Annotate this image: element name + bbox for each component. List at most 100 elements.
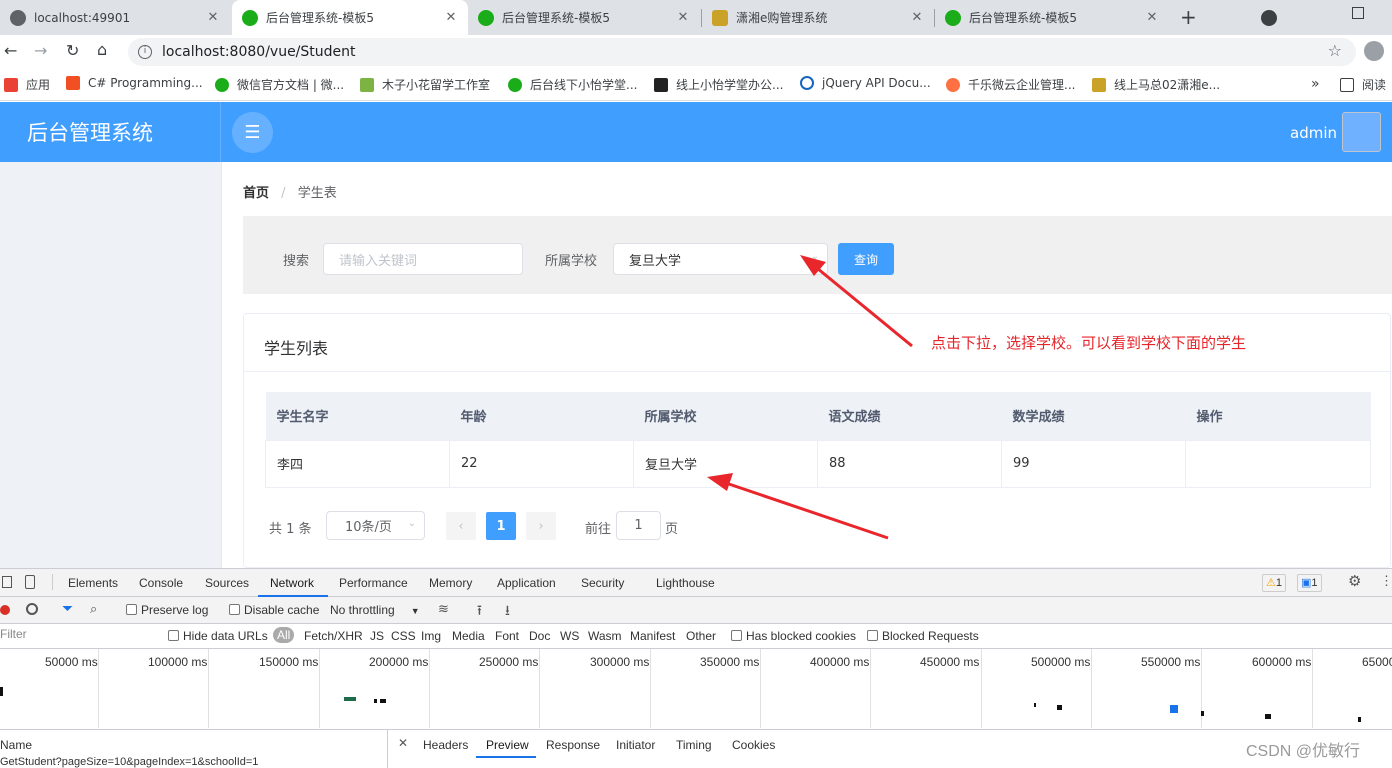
devtools-tab-active[interactable]: Network [270,576,314,590]
type-filter[interactable]: Other [686,629,716,643]
bookmark-item[interactable]: 微信官方文档 | 微... [215,76,344,93]
bookmark-item[interactable]: 线上马总02潇湘e... [1092,76,1220,93]
detail-tab[interactable]: Headers [423,738,468,752]
restore-window-icon[interactable] [1352,7,1364,19]
devtools-tab[interactable]: Application [497,576,556,590]
warnings-badge[interactable]: ⚠1 [1262,574,1286,592]
timeline-tick: 150000 ms [259,655,319,669]
address-bar[interactable]: i localhost:8080/vue/Student ☆ [128,38,1356,66]
upload-icon[interactable]: ⭱ [477,600,482,624]
kebab-menu-icon[interactable]: ⋮ [1380,573,1392,589]
bookmark-star-icon[interactable]: ☆ [1328,41,1342,60]
clear-icon[interactable] [26,603,38,615]
has-blocked-cookies-label: Has blocked cookies [746,629,857,643]
browser-tab-active[interactable]: 后台管理系统-模板5 ✕ [232,0,468,35]
detail-tab[interactable]: Timing [676,738,712,752]
filter-bar: Filter Hide data URLs All Fetch/XHR JS C… [0,624,1392,649]
gear-icon[interactable]: ⚙ [1348,572,1361,590]
devtools-tab[interactable]: Security [581,576,624,590]
request-row[interactable]: GetStudent?pageSize=10&pageIndex=1&schoo… [0,756,258,768]
home-icon[interactable]: ⌂ [97,40,107,59]
type-filter[interactable]: Img [421,629,441,643]
bookmark-apps[interactable]: 应用 [4,76,50,93]
inspect-icon[interactable] [2,576,12,588]
devtools-tab[interactable]: Memory [429,576,472,590]
wifi-settings-icon[interactable]: ≋ [438,601,449,617]
bookmark-label: 线上马总02潇湘e... [1114,78,1221,92]
close-icon[interactable]: ✕ [442,10,460,25]
devtools-tab[interactable]: Performance [339,576,408,590]
detail-tab[interactable]: Response [546,738,600,752]
detail-tab[interactable]: Initiator [616,738,655,752]
url-text[interactable]: localhost:8080/vue/Student [162,44,356,60]
search-icon[interactable]: ⌕ [90,601,97,617]
type-filter[interactable]: JS [370,629,384,643]
request-bar [380,699,386,703]
devtools-tab[interactable]: Sources [205,576,249,590]
filter-icon[interactable]: ⏷ [62,600,73,617]
close-icon[interactable]: ✕ [204,10,222,25]
type-filter[interactable]: Wasm [588,629,622,643]
type-filter[interactable]: CSS [391,629,416,643]
type-filter[interactable]: Doc [529,629,550,643]
bookmark-item[interactable]: 木子小花留学工作室 [360,76,490,93]
request-bar [0,687,3,696]
type-filter[interactable]: Fetch/XHR [304,629,363,643]
info-icon[interactable]: i [138,45,152,59]
bookmark-item[interactable]: 后台线下小怡学堂... [508,76,637,93]
hide-data-urls-checkbox[interactable]: Hide data URLs [168,629,268,643]
request-bar [374,699,377,703]
browser-tab[interactable]: 后台管理系统-模板5 ✕ [935,0,1169,35]
browser-tab[interactable]: 后台管理系统-模板5 ✕ [468,0,700,35]
detail-tab-active[interactable]: Preview [486,738,529,752]
reading-list[interactable]: 阅读 [1340,76,1386,93]
disable-cache-checkbox[interactable]: Disable cache [229,603,319,617]
browser-tab[interactable]: 潇湘e购管理系统 ✕ [702,0,934,35]
tab-search-icon[interactable] [1261,10,1277,26]
type-filter[interactable]: Manifest [630,629,675,643]
blocked-requests-checkbox[interactable]: Blocked Requests [867,629,979,643]
timeline-gridline [981,649,982,728]
bookmark-item[interactable]: C# Programming... [66,76,203,90]
tab-title: 潇湘e购管理系统 [736,11,828,25]
filter-input[interactable]: Filter [0,627,154,645]
reading-list-label: 阅读 [1362,78,1387,92]
download-icon[interactable]: ⭳ [505,600,510,624]
devtools-tab[interactable]: Console [139,576,183,590]
bookmarks-overflow-button[interactable]: » [1311,76,1320,92]
forward-arrow-icon[interactable]: → [34,41,47,60]
type-filter[interactable]: WS [560,629,579,643]
has-blocked-cookies-checkbox[interactable]: Has blocked cookies [731,629,856,643]
close-icon[interactable]: ✕ [908,10,926,25]
close-icon[interactable]: ✕ [674,10,692,25]
devtools-tab[interactable]: Lighthouse [656,576,715,590]
record-icon[interactable] [0,605,10,615]
devtools-tab[interactable]: Elements [68,576,118,590]
messages-badge[interactable]: ▣1 [1297,574,1322,592]
bookmark-item[interactable]: jQuery API Docu... [800,76,931,90]
preserve-log-checkbox[interactable]: Preserve log [126,603,208,617]
bookmark-item[interactable]: 千乐微云企业管理... [946,76,1075,93]
reload-icon[interactable]: ↻ [66,41,79,60]
wechat-icon [215,77,229,92]
arrow-to-school-cell [707,473,889,540]
type-filter[interactable]: Media [452,629,485,643]
active-detail-indicator [476,756,536,758]
type-filter-all[interactable]: All [273,627,295,643]
bookmark-item[interactable]: 线上小怡学堂办公... [654,76,783,93]
close-icon[interactable]: ✕ [1143,10,1161,25]
new-tab-button[interactable]: + [1180,5,1197,29]
app-favicon-icon [242,9,258,26]
throttling-select[interactable]: No throttling ▼ [330,603,420,617]
name-column-header[interactable]: Name [0,738,32,752]
detail-tab[interactable]: Cookies [732,738,775,752]
annotation-arrows [707,255,913,540]
request-bar [344,697,356,701]
back-arrow-icon[interactable]: ← [4,41,17,60]
profile-icon[interactable] [1364,41,1384,61]
browser-tab[interactable]: localhost:49901 ✕ [0,0,230,35]
message-icon: ▣ [1301,577,1312,589]
close-icon[interactable]: ✕ [398,736,408,750]
device-toggle-icon[interactable] [25,575,35,589]
type-filter[interactable]: Font [495,629,519,643]
